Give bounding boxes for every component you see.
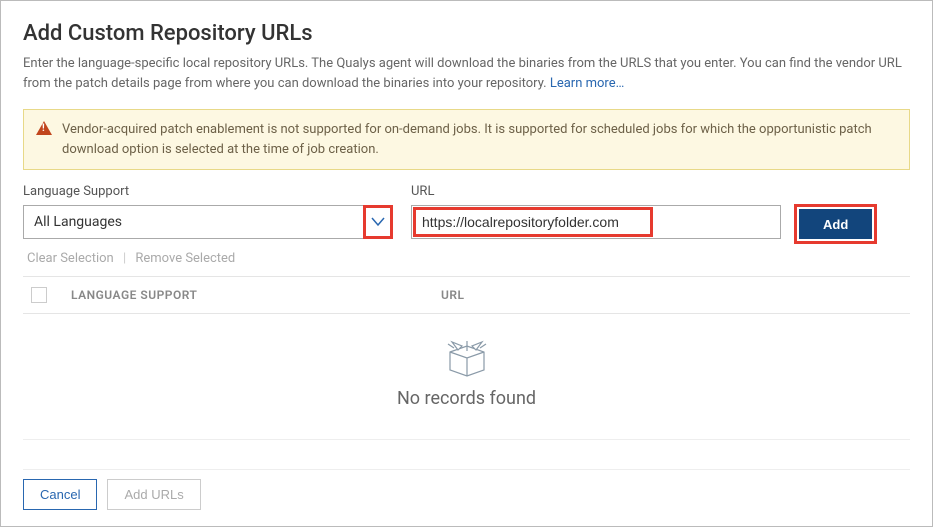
dialog-subtitle: Enter the language-specific local reposi…	[23, 54, 910, 93]
add-urls-button[interactable]: Add URLs	[107, 479, 200, 510]
add-button[interactable]: Add	[799, 209, 872, 239]
warning-banner: Vendor-acquired patch enablement is not …	[23, 109, 910, 170]
empty-state-text: No records found	[397, 388, 536, 409]
language-select[interactable]: All Languages	[23, 205, 393, 239]
url-label: URL	[411, 184, 781, 199]
url-input[interactable]	[411, 205, 781, 239]
clear-selection-button[interactable]: Clear Selection	[27, 251, 114, 266]
add-button-wrap: Add	[799, 209, 872, 239]
remove-selected-button[interactable]: Remove Selected	[135, 251, 235, 266]
footer-divider	[23, 469, 910, 470]
table-header-row: LANGUAGE SUPPORT URL	[23, 276, 910, 314]
dialog-title: Add Custom Repository URLs	[23, 21, 910, 46]
column-header-language: LANGUAGE SUPPORT	[71, 288, 441, 302]
learn-more-link[interactable]: Learn more…	[550, 76, 624, 91]
language-field-group: Language Support All Languages	[23, 184, 393, 239]
actions-separator: |	[123, 251, 126, 266]
url-input-wrap	[411, 205, 781, 239]
column-header-url: URL	[441, 288, 465, 302]
empty-state: No records found	[23, 314, 910, 440]
subtitle-text: Enter the language-specific local reposi…	[23, 56, 902, 91]
dialog-footer: Cancel Add URLs	[23, 479, 910, 510]
table-actions: Clear Selection | Remove Selected	[27, 251, 910, 266]
select-all-checkbox[interactable]	[31, 287, 47, 303]
cancel-button[interactable]: Cancel	[23, 479, 97, 510]
url-field-group: URL	[411, 184, 781, 239]
warning-text: Vendor-acquired patch enablement is not …	[62, 120, 897, 159]
language-select-wrap: All Languages	[23, 205, 393, 239]
language-label: Language Support	[23, 184, 393, 199]
input-row: Language Support All Languages URL Add	[23, 184, 910, 239]
empty-box-icon	[444, 338, 490, 378]
warning-icon	[36, 121, 52, 135]
